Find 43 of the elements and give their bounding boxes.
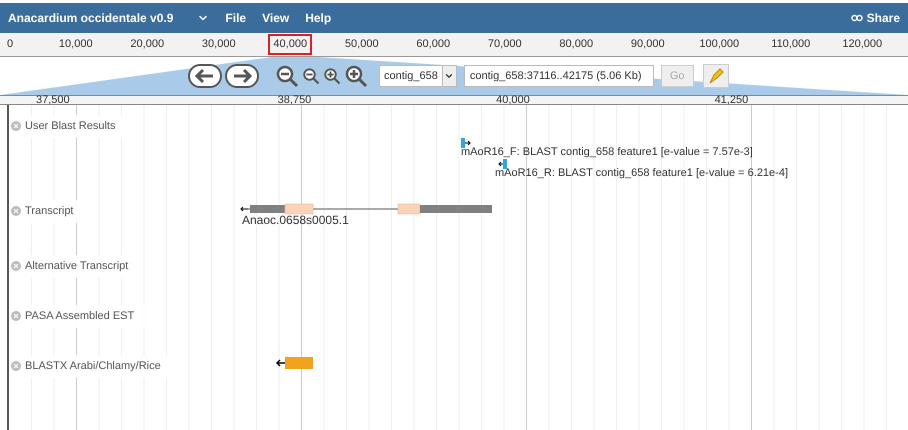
location-field[interactable]: contig_658:37116..42175 (5.06 Kb) xyxy=(464,65,654,87)
menu-item[interactable]: Help xyxy=(305,9,332,27)
ruler-tick: 60,000 xyxy=(415,37,452,52)
ruler-tick: 90,000 xyxy=(630,37,666,52)
blast-hit-glyph[interactable] xyxy=(498,159,510,169)
menu-item[interactable]: File xyxy=(225,9,246,27)
ruler-tick: 70,000 xyxy=(486,37,523,52)
ruler-tick: 10,000 xyxy=(58,37,94,52)
feature-label: mAoR16_F: BLAST contig_658 feature1 [e-value = 7.57e-3] xyxy=(461,147,753,158)
ruler-tick: 41,250 xyxy=(714,94,748,106)
blast-hit-glyph[interactable] xyxy=(461,138,473,148)
arrow-right-icon[interactable] xyxy=(225,64,259,88)
highlight-button[interactable] xyxy=(702,64,729,88)
zoom-out-icon[interactable] xyxy=(275,64,299,88)
ruler-tick: 38,750 xyxy=(278,94,312,106)
transcript-glyph[interactable] xyxy=(239,203,493,215)
ruler-tick: 37,500 xyxy=(36,94,70,106)
overview-ruler[interactable]: 0 10,000 20,000 30,000 40,000 50,000 60,000 70,000 80,000 90,000 100,000 110,000 120,000 xyxy=(0,33,908,57)
feature-label: Anaoc.0658s0005.1 xyxy=(242,214,350,226)
zoom-in-icon[interactable] xyxy=(344,64,368,88)
link-icon xyxy=(850,14,863,22)
share-button[interactable]: Share xyxy=(850,9,900,27)
zoom-out-icon[interactable] xyxy=(302,67,320,85)
zoom-in-icon[interactable] xyxy=(323,67,341,85)
ruler-tick: 40,000 xyxy=(496,94,530,106)
ruler-tick: 20,000 xyxy=(129,37,166,52)
highlighter-icon xyxy=(706,67,725,85)
reference-select[interactable]: contig_658 xyxy=(379,65,457,87)
ruler-tick: 110,000 xyxy=(770,37,812,52)
ruler-tick: 80,000 xyxy=(558,37,594,52)
ruler-tick: 120,000 xyxy=(841,37,884,52)
dropdown-icon xyxy=(444,71,454,81)
ruler-tick: 100,000 xyxy=(698,37,740,52)
menu-item[interactable]: View xyxy=(262,9,290,27)
ruler-tick: 0 xyxy=(6,37,14,52)
arrow-left-icon[interactable] xyxy=(188,64,222,88)
ruler-tick: 50,000 xyxy=(344,37,380,52)
feature-label: mAoR16_R: BLAST contig_658 feature1 [e-value = 6.21e-4] xyxy=(495,168,788,179)
app-title: Anacardium occidentale v0.9 xyxy=(8,10,174,27)
match-glyph[interactable] xyxy=(274,357,314,369)
ruler-tick: 30,000 xyxy=(200,37,237,52)
ruler-tick: 40,000 xyxy=(268,34,312,55)
detail-ruler[interactable]: 37,500 38,750 40,000 41,250 xyxy=(0,95,908,105)
